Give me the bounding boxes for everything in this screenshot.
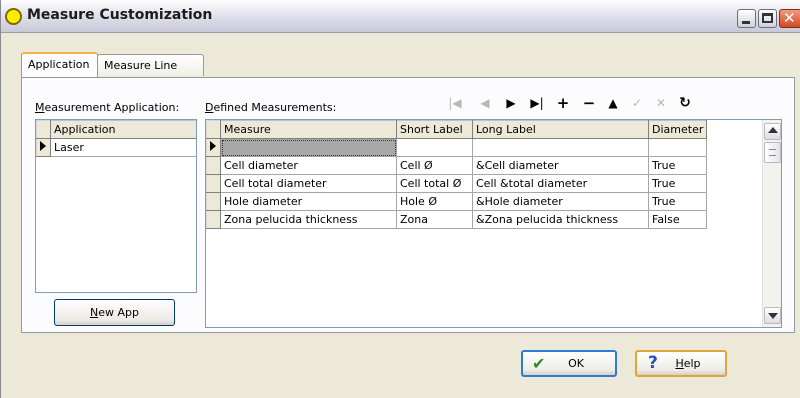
measure-cell[interactable]: Zona pelucida thickness: [220, 210, 397, 229]
nav-delete-icon[interactable]: −: [581, 96, 597, 111]
scroll-thumb[interactable]: [764, 142, 781, 163]
nav-post-icon[interactable]: ✓: [629, 96, 645, 110]
tab-measure-line[interactable]: Measure Line: [97, 54, 204, 76]
vertical-scrollbar[interactable]: [762, 120, 781, 327]
column-header-diameter[interactable]: Diameter: [647, 120, 708, 139]
measure-customization-window: Measure Customization ✕ Application Meas…: [0, 0, 800, 398]
close-button[interactable]: ✕: [779, 9, 800, 28]
short-label-cell[interactable]: Cell total Ø: [396, 174, 473, 193]
column-header-long-label[interactable]: Long Label: [472, 120, 649, 139]
help-button[interactable]: ? Help: [635, 350, 727, 377]
table-row[interactable]: Cell diameter Cell Ø &Cell diameter True: [206, 156, 708, 175]
table-row[interactable]: Hole diameter Hole Ø &Hole diameter True: [206, 192, 708, 211]
column-header-application[interactable]: Application: [50, 120, 196, 139]
column-header-measure[interactable]: Measure: [220, 120, 397, 139]
grid-indicator-header: [206, 120, 221, 139]
close-icon: ✕: [783, 9, 796, 27]
diameter-cell[interactable]: True: [647, 156, 708, 175]
nav-first-icon[interactable]: |◀: [447, 96, 463, 110]
tab-application[interactable]: Application: [21, 52, 98, 77]
long-label-cell[interactable]: &Cell diameter: [472, 156, 649, 175]
button-label-rest: elp: [683, 357, 701, 370]
long-label-cell[interactable]: [472, 138, 649, 157]
short-label-cell[interactable]: Hole Ø: [396, 192, 473, 211]
table-row[interactable]: Zona pelucida thickness Zona &Zona peluc…: [206, 210, 708, 229]
application-cell[interactable]: Laser: [50, 138, 196, 157]
current-row-icon: [40, 141, 46, 151]
ok-button[interactable]: ✔ OK: [521, 350, 617, 377]
nav-last-icon[interactable]: ▶|: [529, 96, 545, 110]
row-indicator: [206, 192, 221, 211]
row-indicator: [206, 156, 221, 175]
minimize-icon: [742, 21, 750, 24]
short-label-cell[interactable]: Zona: [396, 210, 473, 229]
diameter-cell[interactable]: False: [647, 210, 708, 229]
window-title: Measure Customization: [27, 7, 213, 23]
row-indicator: [206, 210, 221, 229]
defined-measurements-label: Defined Measurements:: [205, 101, 336, 114]
row-indicator: [36, 138, 51, 157]
measure-cell[interactable]: Cell diameter: [220, 156, 397, 175]
table-row[interactable]: Laser: [36, 138, 196, 157]
short-label-cell[interactable]: Cell Ø: [396, 156, 473, 175]
application-grid[interactable]: Application Laser: [35, 119, 197, 293]
chevron-down-icon: [768, 313, 778, 319]
scroll-up-button[interactable]: [764, 123, 781, 140]
measurements-grid[interactable]: Measure Short Label Long Label Diameter …: [205, 119, 782, 328]
label-text: efined Measurements:: [213, 101, 337, 114]
maximize-icon: [762, 13, 773, 23]
label-accelerator: M: [35, 101, 45, 114]
button-accelerator: H: [675, 357, 684, 370]
chevron-up-icon: [768, 127, 778, 133]
title-bar[interactable]: Measure Customization ✕: [1, 0, 800, 33]
nav-prior-icon[interactable]: ◀: [477, 96, 493, 110]
nav-cancel-icon[interactable]: ✕: [653, 96, 669, 110]
column-header-short-label[interactable]: Short Label: [396, 120, 473, 139]
table-row[interactable]: [206, 138, 708, 157]
row-indicator: [206, 138, 221, 157]
measure-cell[interactable]: Cell total diameter: [220, 174, 397, 193]
button-accelerator: N: [90, 306, 99, 319]
maximize-button[interactable]: [758, 9, 777, 28]
diameter-cell[interactable]: True: [647, 192, 708, 211]
measure-cell[interactable]: [220, 138, 397, 157]
diameter-cell[interactable]: [647, 138, 708, 157]
button-label: ew App: [98, 306, 139, 319]
scroll-down-button[interactable]: [764, 307, 781, 324]
new-app-button[interactable]: New App: [54, 299, 175, 326]
measurement-application-label: Measurement Application:: [35, 101, 179, 114]
nav-refresh-icon[interactable]: ↻: [677, 96, 693, 110]
long-label-cell[interactable]: Cell &total diameter: [472, 174, 649, 193]
long-label-cell[interactable]: &Zona pelucida thickness: [472, 210, 649, 229]
nav-insert-icon[interactable]: +: [555, 96, 571, 111]
diameter-cell[interactable]: True: [647, 174, 708, 193]
row-indicator: [206, 174, 221, 193]
nav-next-icon[interactable]: ▶: [503, 96, 519, 110]
app-icon: [5, 8, 22, 25]
nav-edit-icon[interactable]: ▲: [605, 96, 621, 110]
table-row[interactable]: Cell total diameter Cell total Ø Cell &t…: [206, 174, 708, 193]
short-label-cell[interactable]: [396, 138, 473, 157]
minimize-button[interactable]: [737, 9, 756, 28]
grip-icon: [769, 149, 776, 156]
help-button-label: Help: [637, 352, 725, 375]
measure-cell[interactable]: Hole diameter: [220, 192, 397, 211]
current-row-icon: [210, 141, 216, 151]
label-text: easurement Application:: [44, 101, 180, 114]
long-label-cell[interactable]: &Hole diameter: [472, 192, 649, 211]
ok-button-label: OK: [568, 357, 584, 370]
grid-indicator-header: [36, 120, 51, 139]
